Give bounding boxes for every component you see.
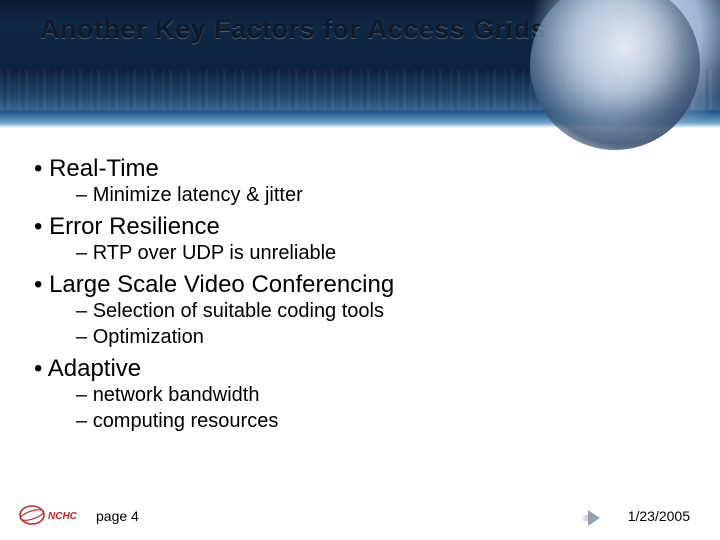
bullet-realtime: Real-Time — [34, 156, 686, 182]
subbullet-error-resilience-0: RTP over UDP is unreliable — [76, 242, 686, 266]
subbullet-adaptive-1: computing resources — [76, 410, 686, 434]
bullet-adaptive: Adaptive — [34, 356, 686, 382]
bullet-large-scale: Large Scale Video Conferencing — [34, 272, 686, 298]
subbullet-adaptive-0: network bandwidth — [76, 384, 686, 408]
arrow-right-icon — [588, 510, 600, 526]
logo-text: NCHC — [48, 511, 78, 522]
subbullet-large-scale-1: Optimization — [76, 326, 686, 350]
header-banner: Another Key Factors for Access Grids — [0, 0, 720, 128]
bullet-error-resilience: Error Resilience — [34, 214, 686, 240]
logo-nchc: NCHC — [18, 504, 80, 526]
slide: Another Key Factors for Access Grids Rea… — [0, 0, 720, 540]
slide-title: Another Key Factors for Access Grids — [40, 14, 690, 45]
footer: NCHC page 4 1/23/2005 — [0, 500, 720, 530]
content-area: Real-Time Minimize latency & jitter Erro… — [34, 150, 686, 484]
subbullet-realtime-0: Minimize latency & jitter — [76, 184, 686, 208]
page-number: page 4 — [96, 508, 139, 524]
footer-date: 1/23/2005 — [628, 508, 690, 524]
subbullet-large-scale-0: Selection of suitable coding tools — [76, 300, 686, 324]
